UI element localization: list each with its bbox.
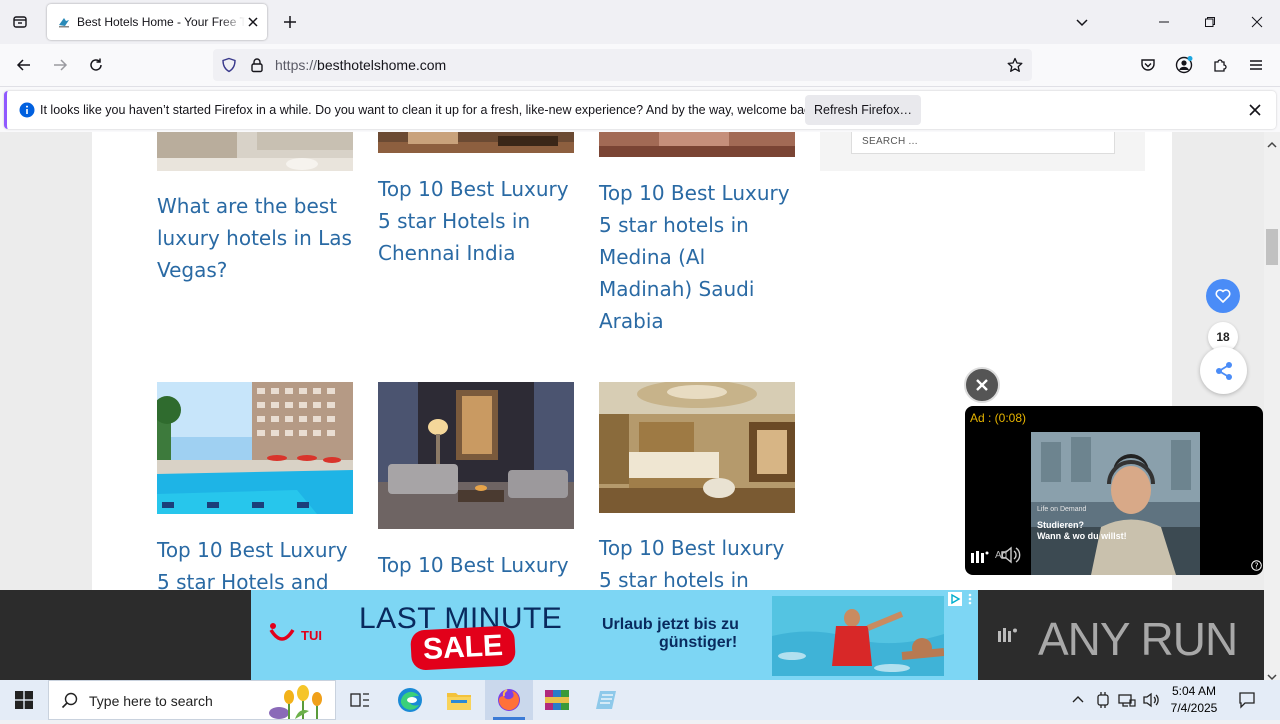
network-icon[interactable]: [1118, 691, 1136, 714]
tray-device-icon[interactable]: [1095, 691, 1111, 714]
share-button[interactable]: [1200, 347, 1247, 394]
browser-tab-active[interactable]: Best Hotels Home - Your Free Travel Guid…: [47, 4, 267, 40]
clock-date: 7/4/2025: [1170, 701, 1218, 715]
url-domain: besthotelshome.com: [317, 57, 447, 73]
address-bar[interactable]: https://besthotelshome.com: [213, 49, 1032, 81]
tab-overview-icon[interactable]: [6, 8, 34, 36]
volume-icon[interactable]: [1142, 691, 1160, 714]
video-ad-player[interactable]: Ad : (0:08) Life on Demand Studieren? Wa…: [965, 406, 1263, 575]
mute-speaker-icon[interactable]: [999, 545, 1021, 570]
ad-tagline-1: Urlaub jetzt bis zu: [602, 616, 739, 633]
task-view-icon[interactable]: [336, 680, 384, 720]
close-notification-icon[interactable]: [1247, 102, 1263, 123]
new-tab-icon[interactable]: [276, 8, 304, 36]
pocket-icon[interactable]: [1132, 49, 1164, 81]
taskbar-search-box[interactable]: Type here to search: [48, 680, 336, 720]
like-count: 18: [1216, 330, 1230, 344]
like-heart-button[interactable]: [1206, 279, 1240, 313]
tab-title: Best Hotels Home - Your Free Travel Guid…: [77, 15, 245, 29]
windows-start-icon[interactable]: [0, 680, 48, 720]
clock-time: 5:04 AM: [1171, 684, 1217, 698]
post-thumbnail-venice[interactable]: [599, 382, 795, 513]
account-icon[interactable]: [1168, 49, 1200, 81]
lock-icon[interactable]: [249, 57, 265, 78]
url-protocol: https://: [275, 57, 318, 73]
adchoices-icon[interactable]: [948, 592, 962, 611]
tui-last-minute-ad[interactable]: TUI LAST MINUTE SALE Urlaub jetzt bis zu…: [251, 590, 978, 680]
ad-caption-line1: Studieren?: [1037, 520, 1085, 530]
system-clock[interactable]: 5:04 AM 7/4/2025: [1170, 683, 1218, 717]
minimize-icon[interactable]: [1150, 8, 1178, 36]
hamburger-menu-icon[interactable]: [1240, 49, 1272, 81]
firefox-taskbar-icon[interactable]: [485, 680, 533, 720]
notification-message: It looks like you haven’t started Firefo…: [40, 103, 821, 117]
ad-photo-swimmers: [772, 596, 944, 676]
info-icon: [19, 102, 35, 123]
anyrun-watermark-text: ANY RUN: [1038, 613, 1238, 665]
post-thumbnail-las-vegas[interactable]: [157, 132, 353, 171]
back-arrow-icon[interactable]: [8, 49, 40, 81]
post-thumbnail-johor-bahru[interactable]: [157, 382, 353, 514]
winrar-icon[interactable]: [533, 680, 581, 720]
ad-caption-small: Life on Demand: [1037, 506, 1087, 513]
post-title-medina[interactable]: Top 10 Best Luxury 5 star hotels in Medi…: [599, 177, 799, 337]
taskbar-search-placeholder: Type here to search: [89, 693, 213, 709]
ad-info-icon[interactable]: ?: [1251, 558, 1262, 575]
post-title-las-vegas[interactable]: What are the best luxury hotels in Las V…: [157, 190, 357, 286]
post-title-chennai[interactable]: Top 10 Best Luxury 5 star Hotels in Chen…: [378, 173, 578, 269]
close-window-icon[interactable]: [1243, 8, 1271, 36]
ad-tagline-2: günstiger!: [659, 634, 738, 651]
scroll-up-arrow-icon[interactable]: [1267, 136, 1277, 154]
edge-browser-icon[interactable]: [386, 680, 434, 720]
site-favicon-icon: [57, 15, 71, 34]
post-thumbnail-medina[interactable]: [599, 132, 795, 157]
post-thumbnail-luxury-suite[interactable]: [378, 382, 574, 529]
forward-arrow-icon[interactable]: [44, 49, 76, 81]
file-explorer-icon[interactable]: [435, 680, 483, 720]
url-text: https://besthotelshome.com: [275, 57, 446, 73]
scrollbar-thumb[interactable]: [1266, 229, 1278, 265]
bookmark-star-icon[interactable]: [1007, 57, 1023, 78]
close-tab-icon[interactable]: [245, 14, 261, 30]
notepad-icon[interactable]: [582, 680, 630, 720]
navigation-toolbar: https://besthotelshome.com: [0, 44, 1280, 86]
show-hidden-icons-chevron-icon[interactable]: [1071, 693, 1085, 712]
sidebar-widget: SEARCH ...: [820, 132, 1145, 171]
refresh-firefox-notification: It looks like you haven’t started Firefo…: [0, 86, 1280, 132]
ad-menu-dots-icon[interactable]: [967, 592, 973, 611]
sale-badge: SALE: [410, 625, 516, 671]
ad-countdown-label: Ad : (0:08): [970, 411, 1027, 425]
anyrun-logo-icon: [998, 628, 1020, 647]
page-scrollbar[interactable]: [1264, 132, 1280, 681]
post-thumbnail-chennai[interactable]: [378, 132, 574, 153]
ad-caption-line2: Wann & wo du willst!: [1037, 531, 1127, 541]
tui-logo-icon: [267, 622, 297, 651]
ad-brand-logo-icon: [971, 550, 989, 568]
list-all-tabs-icon[interactable]: [1068, 8, 1096, 36]
sidebar-search-input[interactable]: SEARCH ...: [851, 132, 1115, 154]
tab-strip: Best Hotels Home - Your Free Travel Guid…: [0, 0, 1280, 44]
svg-text:?: ?: [1255, 561, 1259, 570]
close-video-ad-button[interactable]: [964, 367, 1000, 403]
tracking-protection-shield-icon[interactable]: [221, 57, 237, 78]
extensions-icon[interactable]: [1204, 49, 1236, 81]
restore-icon[interactable]: [1196, 8, 1224, 36]
tui-brand-text: TUI: [301, 628, 322, 643]
ad-video-frame[interactable]: Life on Demand Studieren? Wann & wo du w…: [1031, 432, 1200, 575]
sale-text: SALE: [422, 628, 504, 667]
refresh-firefox-button[interactable]: Refresh Firefox…: [805, 95, 921, 125]
windows-taskbar: Type here to search 5:04 AM 7/4/2025: [0, 680, 1280, 720]
post-title-luxury-suite[interactable]: Top 10 Best Luxury: [378, 549, 578, 581]
search-highlight-tulips-icon: [259, 683, 335, 724]
action-center-notification-icon[interactable]: [1238, 691, 1256, 714]
search-icon: [61, 692, 79, 715]
reload-icon[interactable]: [80, 49, 112, 81]
bottom-ad-banner: TUI LAST MINUTE SALE Urlaub jetzt bis zu…: [0, 590, 1264, 680]
